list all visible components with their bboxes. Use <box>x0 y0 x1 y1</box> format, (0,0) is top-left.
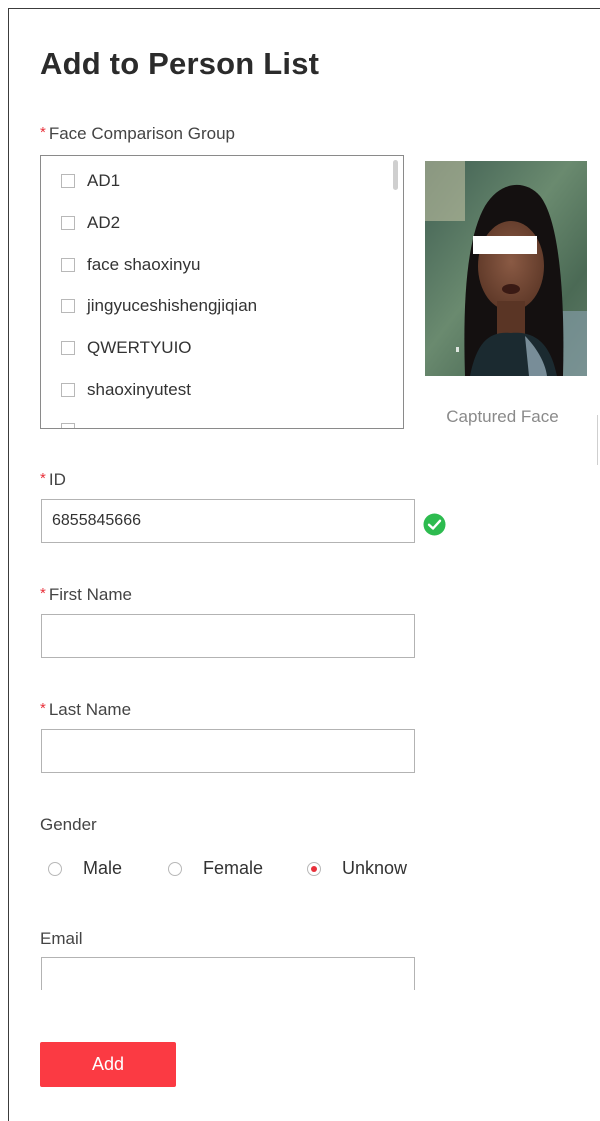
first-name-label: * First Name <box>40 585 132 604</box>
checkbox-icon[interactable] <box>61 383 75 397</box>
id-label: * ID <box>40 470 66 489</box>
checkbox-icon[interactable] <box>61 299 75 313</box>
captured-face-image <box>425 161 587 376</box>
checkbox-icon[interactable] <box>61 423 75 428</box>
add-button[interactable]: Add <box>40 1042 176 1087</box>
group-item-qwertyuio[interactable]: QWERTYUIO <box>61 337 192 359</box>
checkbox-icon[interactable] <box>61 216 75 230</box>
id-input[interactable] <box>41 499 415 543</box>
divider <box>597 415 598 465</box>
gender-option-male[interactable]: Male <box>48 858 122 879</box>
radio-icon[interactable] <box>168 861 182 876</box>
last-name-input[interactable] <box>41 729 415 773</box>
gender-option-female[interactable]: Female <box>168 858 263 879</box>
checkbox-icon[interactable] <box>61 341 75 355</box>
group-item-jingyuceshishengjiqian[interactable]: jingyuceshishengjiqian <box>61 295 257 317</box>
group-item-partial[interactable] <box>61 419 87 428</box>
valid-check-icon <box>423 513 446 536</box>
scrollbar-thumb[interactable] <box>393 160 398 190</box>
email-field-viewport <box>41 957 416 990</box>
face-group-list[interactable]: AD1 AD2 face shaoxinyu jingyuceshishengj… <box>40 155 404 429</box>
radio-icon[interactable] <box>48 861 62 876</box>
checkbox-icon[interactable] <box>61 174 75 188</box>
group-item-ad1[interactable]: AD1 <box>61 170 120 192</box>
required-marker: * <box>40 470 46 487</box>
gender-label: Gender <box>40 815 97 834</box>
gender-option-unknow[interactable]: Unknow <box>307 858 407 879</box>
email-input[interactable] <box>41 957 415 990</box>
required-marker: * <box>40 585 46 602</box>
last-name-label: * Last Name <box>40 700 132 719</box>
checkbox-icon[interactable] <box>61 258 75 272</box>
group-item-ad2[interactable]: AD2 <box>61 212 120 234</box>
captured-face-caption: Captured Face <box>446 407 559 426</box>
first-name-input[interactable] <box>41 614 415 658</box>
face-group-label: * Face Comparison Group <box>40 124 235 143</box>
email-label: Email <box>40 929 83 948</box>
group-item-face-shaoxinyu[interactable]: face shaoxinyu <box>61 254 200 276</box>
group-item-shaoxinyutest[interactable]: shaoxinyutest <box>61 379 191 401</box>
page-title: Add to Person List <box>40 46 320 81</box>
radio-checked-icon[interactable] <box>307 861 321 876</box>
required-marker: * <box>40 700 46 717</box>
required-marker: * <box>40 124 46 141</box>
